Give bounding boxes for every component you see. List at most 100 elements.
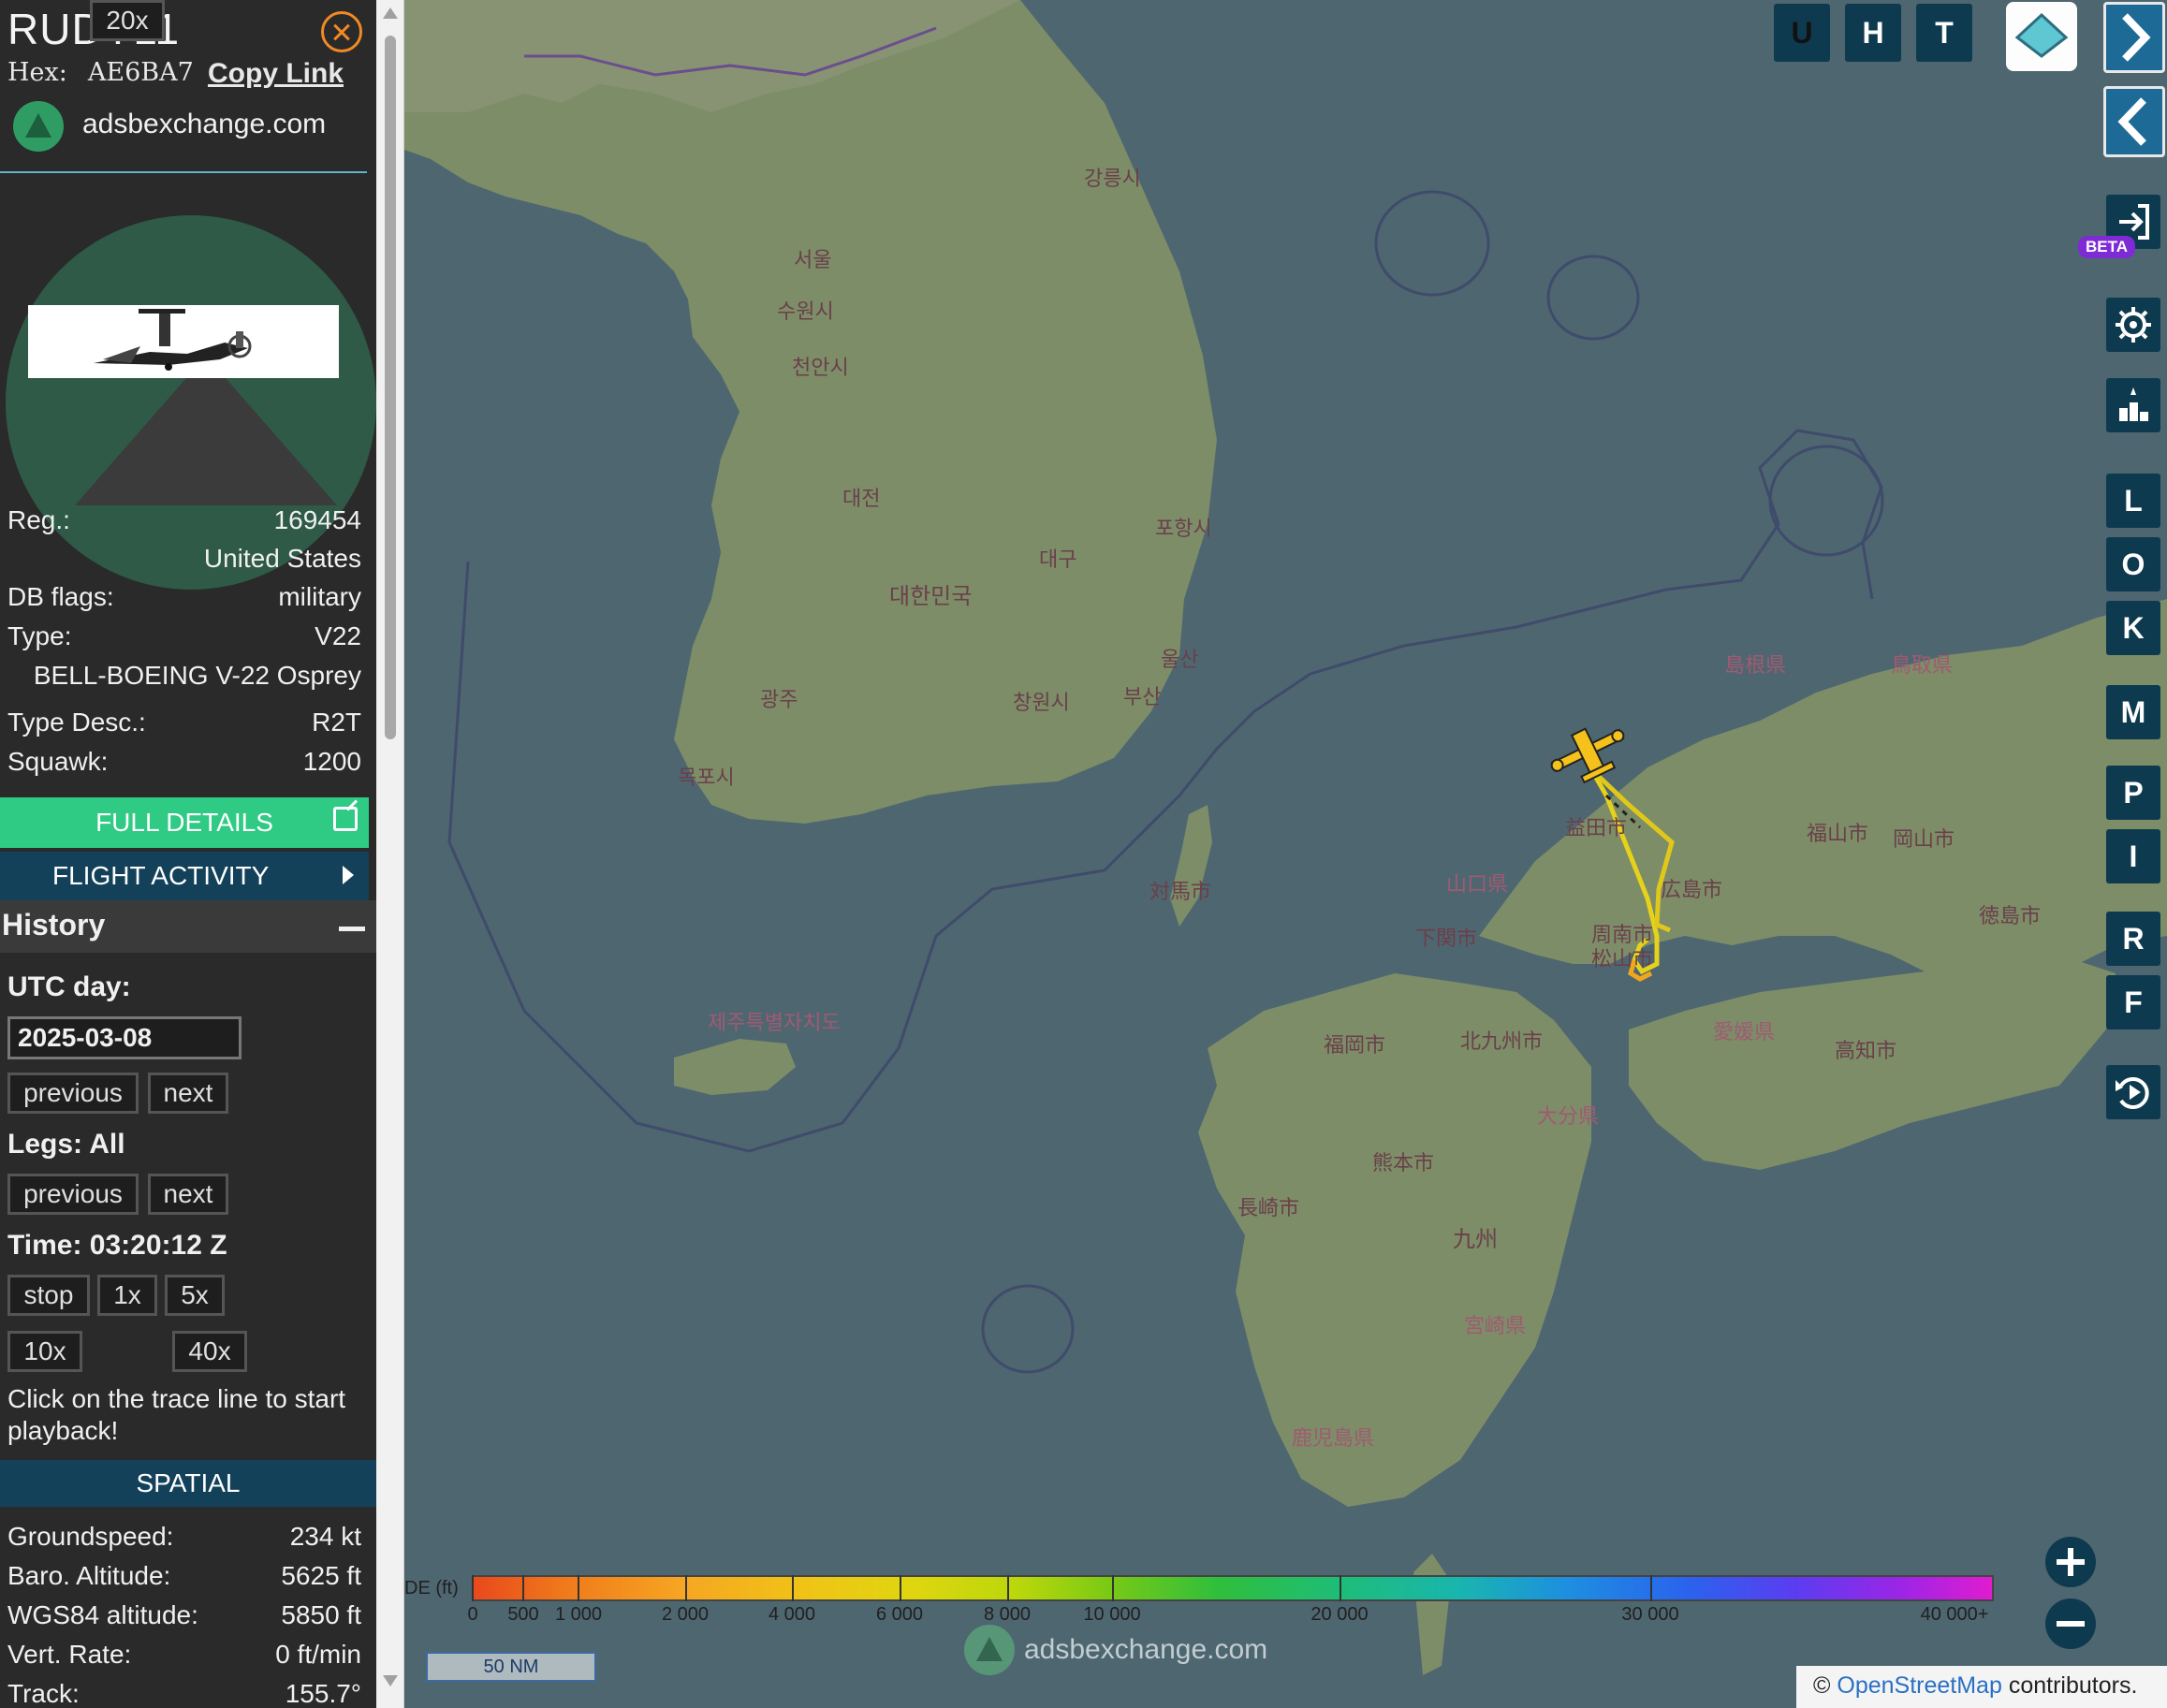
reg-value: 169454 [273, 505, 361, 534]
speed-1x-button[interactable]: 1x [97, 1275, 157, 1316]
previous-panel-button[interactable] [2103, 86, 2165, 157]
copy-link[interactable]: Copy Link [208, 58, 344, 90]
speed-5x-button[interactable]: 5x [165, 1275, 225, 1316]
settings-button[interactable] [2106, 298, 2160, 352]
map-label-kitakyushu: 北九州市 [1460, 1029, 1543, 1053]
toggle-o-button[interactable]: O [2106, 537, 2160, 591]
gear-icon [2116, 307, 2151, 343]
map-canvas[interactable]: 서울 대전 대구 부산 광주 대한민국 창원시 포항시 울산 강릉시 수원시 천… [404, 0, 2167, 1708]
scroll-up-icon[interactable] [383, 7, 398, 19]
legend-tick [522, 1575, 524, 1601]
legend-tick-label: 1 000 [554, 1604, 603, 1625]
legend-tick-label: 2 000 [661, 1604, 710, 1625]
map-label-mokpo: 목포시 [678, 766, 735, 789]
hex-row: Hex: AE6BA7 [7, 58, 194, 87]
map-label-matsuyama: 松山市 [1591, 947, 1653, 971]
next-panel-button[interactable] [2103, 2, 2165, 73]
map-label-korea: 대한민국 [889, 584, 972, 609]
vert-rate-value: 0 ft/min [275, 1640, 361, 1669]
map-label-kagoshima: 鹿児島県 [1292, 1426, 1374, 1450]
scrollbar-thumb[interactable] [385, 36, 396, 739]
map-label-kyushu: 九州 [1453, 1227, 1498, 1252]
toggle-h-button[interactable]: H [1845, 4, 1901, 62]
map-label-hiroshima: 広島市 [1661, 878, 1722, 901]
legend-tick-label: 10 000 [1083, 1604, 1141, 1625]
replay-button[interactable] [2106, 1065, 2160, 1119]
day-previous-button[interactable]: previous [7, 1073, 139, 1114]
speed-20x-button[interactable]: 20x [90, 0, 165, 41]
track-label: Track: [7, 1679, 80, 1708]
legend-tick-label: 500 [507, 1604, 539, 1625]
leg-previous-button[interactable]: previous [7, 1174, 139, 1215]
altitude-legend-label: DE (ft) [404, 1578, 459, 1599]
legend-tick [1007, 1575, 1009, 1601]
external-link-icon [333, 807, 358, 831]
speed-40x-button[interactable]: 40x [172, 1331, 247, 1372]
map-label-daejeon: 대전 [842, 487, 880, 510]
map-label-cheonan: 천안시 [792, 356, 849, 379]
hex-value: AE6BA7 [87, 58, 194, 87]
leg-next-button[interactable]: next [148, 1174, 228, 1215]
map-label-tottori: 鳥取県 [1891, 653, 1953, 677]
beta-badge: BETA [2078, 236, 2136, 258]
collapse-icon[interactable] [339, 927, 365, 931]
map-label-fukuoka: 福岡市 [1324, 1033, 1385, 1057]
toggle-r-button[interactable]: R [2106, 912, 2160, 966]
toggle-i-button[interactable]: I [2106, 829, 2160, 883]
type-label: Type: [7, 621, 72, 650]
aircraft-info-panel: RUDY11 Hex:AE6BA7 Copy Link adsbexchange… [0, 0, 376, 1708]
squawk-value: 1200 [302, 747, 361, 776]
legend-tick-label: 6 000 [875, 1604, 924, 1625]
playback-hint: Click on the trace line to start playbac… [7, 1384, 346, 1445]
spatial-header[interactable]: SPATIAL [0, 1460, 376, 1507]
close-icon[interactable] [321, 11, 362, 52]
aircraft-photo[interactable] [28, 305, 339, 378]
source-link[interactable]: adsbexchange.com [82, 109, 326, 140]
toggle-u-button[interactable]: U [1774, 4, 1830, 62]
type-desc-value: R2T [312, 708, 361, 737]
toggle-m-button[interactable]: M [2106, 685, 2160, 739]
watermark-logo-icon [964, 1625, 1015, 1675]
divider [0, 171, 367, 173]
replay-icon [2116, 1077, 2149, 1109]
utc-day-input[interactable]: 2025-03-08 [7, 1016, 242, 1059]
toggle-f-button[interactable]: F [2106, 975, 2160, 1029]
full-details-button[interactable]: FULL DETAILS [0, 797, 369, 848]
map-label-kumamoto: 熊本市 [1372, 1151, 1434, 1175]
legend-tick [685, 1575, 687, 1601]
adsbexchange-logo-icon [13, 101, 64, 152]
map-label-changwon: 창원시 [1013, 691, 1070, 714]
chevron-left-icon [2117, 97, 2146, 146]
zoom-out-icon[interactable] [2045, 1599, 2096, 1649]
country-value: United States [203, 544, 361, 573]
map-label-shimonoseki: 下関市 [1415, 927, 1477, 950]
map-label-tokushima: 徳島市 [1979, 904, 2041, 927]
scroll-down-icon[interactable] [383, 1675, 398, 1686]
stats-icon [2119, 387, 2148, 421]
vert-rate-label: Vert. Rate: [7, 1640, 132, 1669]
toggle-k-button[interactable]: K [2106, 601, 2160, 655]
map-label-masuda: 益田市 [1565, 816, 1627, 839]
legend-tick [1112, 1575, 1114, 1601]
wgs84-altitude-value: 5850 ft [281, 1600, 361, 1629]
map-label-oita: 大分県 [1537, 1104, 1599, 1128]
map-label-gwangju: 광주 [760, 688, 798, 711]
toggle-t-button[interactable]: T [1916, 4, 1972, 62]
wgs84-altitude-label: WGS84 altitude: [7, 1600, 198, 1629]
type-value: V22 [315, 621, 361, 650]
openstreetmap-link[interactable]: OpenStreetMap [1837, 1672, 2002, 1699]
sidebar-scrollbar[interactable] [376, 0, 404, 1708]
stats-button[interactable] [2106, 378, 2160, 432]
flight-activity-button[interactable]: FLIGHT ACTIVITY [0, 852, 369, 900]
toggle-p-button[interactable]: P [2106, 766, 2160, 820]
toggle-l-button[interactable]: L [2106, 474, 2160, 528]
triangle-right-icon [343, 866, 354, 884]
stop-button[interactable]: stop [7, 1275, 90, 1316]
map-label-tsushima: 対馬市 [1149, 880, 1211, 903]
zoom-in-icon[interactable] [2045, 1537, 2096, 1587]
layers-button[interactable] [2006, 2, 2077, 71]
day-next-button[interactable]: next [148, 1073, 228, 1114]
map-label-shimane: 島根県 [1724, 653, 1786, 677]
legend-tick-label: 0 [467, 1604, 478, 1625]
speed-10x-button[interactable]: 10x [7, 1331, 82, 1372]
